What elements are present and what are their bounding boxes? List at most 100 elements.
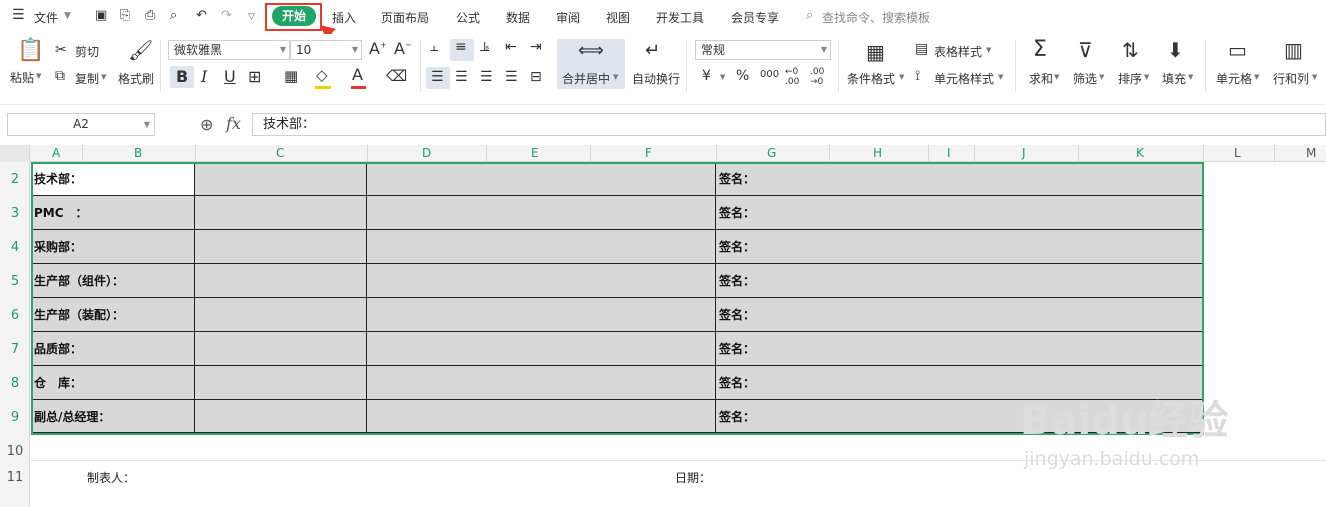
zoom-icon[interactable]: ⊕: [200, 115, 213, 134]
chevron-down-icon[interactable]: ▼: [720, 73, 725, 81]
cell-d3[interactable]: [367, 196, 716, 230]
align-top-icon[interactable]: ⫠: [430, 40, 438, 54]
copy-button[interactable]: 复制: [75, 70, 99, 87]
cell-d8[interactable]: [367, 366, 716, 400]
filter-icon[interactable]: ⊽: [1078, 40, 1093, 60]
column-header-b[interactable]: B: [134, 146, 142, 160]
underline-icon[interactable]: U: [224, 69, 236, 85]
row-header-3[interactable]: 3: [0, 206, 30, 221]
column-header-k[interactable]: K: [1136, 146, 1144, 160]
chevron-down-icon[interactable]: ▼: [998, 73, 1003, 81]
conditional-format-icon[interactable]: ▦: [866, 42, 885, 62]
column-header-g[interactable]: G: [767, 146, 776, 160]
fill-button[interactable]: 填充: [1162, 70, 1186, 87]
print-icon[interactable]: ⎙: [145, 8, 155, 23]
highlight-color-icon[interactable]: ◇: [316, 68, 328, 83]
cell-a3[interactable]: PMC ：: [31, 196, 195, 230]
cell-g2[interactable]: 签名：: [716, 162, 1203, 196]
column-header-j[interactable]: J: [1022, 146, 1026, 160]
column-header-a[interactable]: A: [52, 146, 60, 160]
chevron-down-icon[interactable]: ▼: [1312, 73, 1317, 81]
tab-formulas[interactable]: 公式: [456, 9, 480, 26]
cell-c2[interactable]: [195, 162, 367, 196]
indent-icon[interactable]: ⇥: [530, 40, 542, 54]
tab-view[interactable]: 视图: [606, 9, 630, 26]
cell-c7[interactable]: [195, 332, 367, 366]
cell-style-button[interactable]: 单元格样式: [934, 70, 994, 87]
row-header-6[interactable]: 6: [0, 308, 30, 323]
cell-style-icon[interactable]: ⟟: [915, 69, 920, 83]
currency-icon[interactable]: ¥: [702, 69, 711, 83]
chevron-down-icon[interactable]: ▼: [1254, 73, 1259, 81]
column-header-f[interactable]: F: [645, 146, 652, 160]
select-all-corner[interactable]: [0, 145, 30, 162]
align-left-icon[interactable]: ☰: [431, 70, 444, 84]
thousands-icon[interactable]: 000: [760, 70, 779, 80]
cell-c6[interactable]: [195, 298, 367, 332]
percent-icon[interactable]: %: [736, 69, 749, 83]
cell-c3[interactable]: [195, 196, 367, 230]
cell-g7[interactable]: 签名：: [716, 332, 1203, 366]
row-header-10[interactable]: 10: [0, 444, 30, 459]
cell-d9[interactable]: [367, 400, 716, 433]
tab-developer[interactable]: 开发工具: [656, 9, 704, 26]
cell-d7[interactable]: [367, 332, 716, 366]
paste-button[interactable]: 粘贴: [10, 69, 34, 86]
cell-a8[interactable]: 仓 库：: [31, 366, 195, 400]
merge-icon[interactable]: ⟺: [578, 42, 604, 60]
font-size-select[interactable]: 10 ▼: [290, 40, 362, 60]
tab-page-layout[interactable]: 页面布局: [381, 9, 429, 26]
rows-cols-button[interactable]: 行和列: [1273, 70, 1309, 87]
cell-a6[interactable]: 生产部（装配）：: [31, 298, 195, 332]
chevron-down-icon[interactable]: ▼: [1188, 73, 1193, 81]
column-header-i[interactable]: I: [947, 146, 951, 160]
chevron-down-icon[interactable]: ▼: [899, 73, 904, 81]
export-icon[interactable]: ⎘: [120, 8, 130, 23]
search-command-input[interactable]: 查找命令、搜索模板: [822, 9, 930, 26]
column-header-d[interactable]: D: [422, 146, 431, 160]
cell-g3[interactable]: 签名：: [716, 196, 1203, 230]
merge-center-button[interactable]: 合并居中: [562, 70, 610, 87]
border-icon[interactable]: ⊞: [248, 69, 261, 85]
chevron-down-icon[interactable]: ▼: [613, 73, 618, 81]
cell-a4[interactable]: 采购部：: [31, 230, 195, 264]
wrap-text-button[interactable]: 自动换行: [632, 70, 680, 87]
outdent-icon[interactable]: ⇤: [505, 40, 517, 54]
cell-a7[interactable]: 品质部：: [31, 332, 195, 366]
column-header-c[interactable]: C: [276, 146, 284, 160]
column-header-e[interactable]: E: [531, 146, 539, 160]
row-header-9[interactable]: 9: [0, 410, 30, 425]
cell-icon[interactable]: ▭: [1228, 40, 1247, 60]
chevron-down-icon[interactable]: ▼: [1099, 73, 1104, 81]
formula-input[interactable]: 技术部：: [252, 113, 1326, 136]
format-painter-button[interactable]: 格式刷: [118, 70, 154, 87]
chevron-down-icon[interactable]: ▼: [36, 72, 41, 80]
sort-icon[interactable]: ⇅: [1122, 40, 1139, 60]
align-center-icon[interactable]: ☰: [455, 70, 468, 84]
cell-d5[interactable]: [367, 264, 716, 298]
table-style-button[interactable]: 表格样式: [934, 43, 982, 60]
fx-icon[interactable]: fx: [226, 114, 241, 133]
cell-c8[interactable]: [195, 366, 367, 400]
rows-cols-icon[interactable]: ▥: [1284, 40, 1303, 60]
row-header-4[interactable]: 4: [0, 240, 30, 255]
chevron-down-icon[interactable]: ▼: [1144, 73, 1149, 81]
cell-g6[interactable]: 签名：: [716, 298, 1203, 332]
undo-icon[interactable]: ↶: [196, 8, 207, 23]
cell-d2[interactable]: [367, 162, 716, 196]
italic-icon[interactable]: I: [201, 69, 207, 85]
font-name-select[interactable]: 微软雅黑 ▼: [168, 40, 290, 60]
table-style-icon[interactable]: ▤: [915, 42, 928, 56]
align-right-icon[interactable]: ☰: [480, 70, 493, 84]
align-middle-icon[interactable]: ≡: [455, 40, 467, 54]
row-header-7[interactable]: 7: [0, 342, 30, 357]
redo-icon[interactable]: ↷: [221, 8, 232, 23]
hamburger-icon[interactable]: ☰: [12, 7, 25, 23]
column-header-m[interactable]: M: [1306, 146, 1316, 160]
save-icon[interactable]: ▣: [95, 8, 107, 23]
column-header-l[interactable]: L: [1234, 146, 1241, 160]
row-header-11[interactable]: 11: [0, 470, 30, 485]
tab-data[interactable]: 数据: [506, 9, 530, 26]
justify-icon[interactable]: ☰: [505, 70, 518, 84]
cell-c9[interactable]: [195, 400, 367, 433]
